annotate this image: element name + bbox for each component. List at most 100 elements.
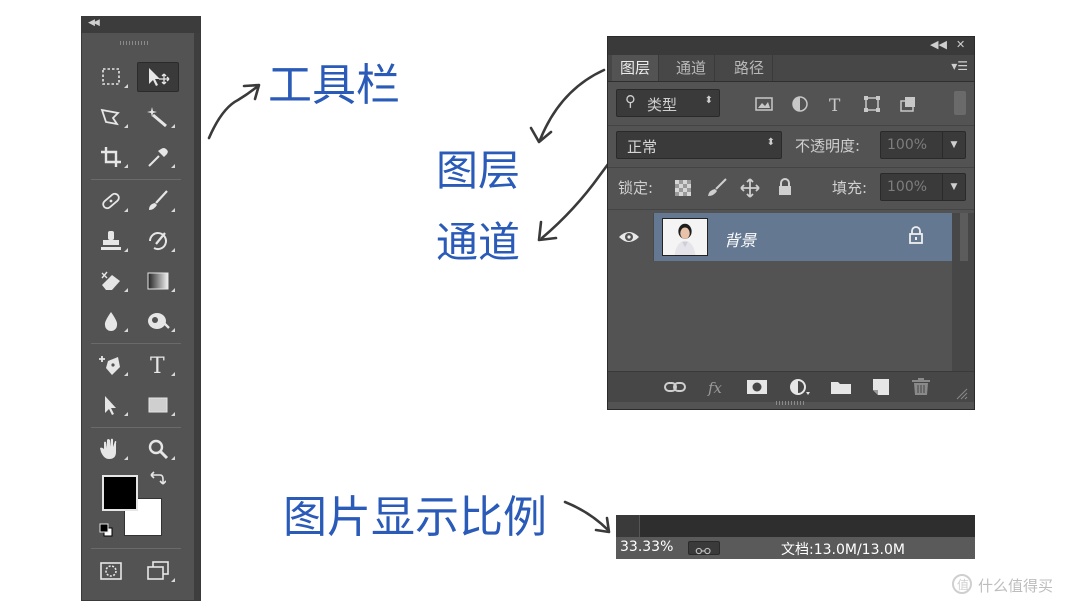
swap-colors-icon[interactable]	[148, 470, 166, 488]
stamp-icon	[101, 231, 121, 250]
new-group-icon[interactable]	[830, 378, 852, 396]
collapse-icon[interactable]: ◀◀	[88, 18, 100, 28]
status-info-bar: 33.33% 文档:13.0M/13.0M	[616, 537, 975, 559]
updown-icon: ⬍	[704, 95, 713, 106]
close-icon[interactable]: ✕	[956, 38, 965, 51]
tab-layers[interactable]: 图层	[612, 55, 660, 81]
trash-icon[interactable]	[910, 378, 932, 396]
watermark-logo-icon: 值	[952, 574, 972, 594]
toolbar-grip[interactable]	[120, 41, 150, 45]
canvas-edge	[616, 515, 975, 537]
shape-filter-icon[interactable]	[862, 95, 882, 113]
panel-menu-icon[interactable]: ▾☰	[951, 59, 968, 73]
rectangle-tool[interactable]	[137, 390, 179, 420]
arrow-pointer-icon	[105, 396, 116, 415]
drop-icon	[104, 312, 118, 331]
move-tool[interactable]	[137, 62, 179, 92]
hand-tool[interactable]	[90, 434, 132, 464]
eye-icon[interactable]	[618, 227, 640, 247]
history-brush-tool[interactable]	[137, 226, 179, 256]
blur-tool[interactable]	[90, 306, 132, 336]
type-filter-icon[interactable]: T	[826, 95, 846, 113]
lock-transparency-icon[interactable]	[674, 179, 692, 197]
clone-stamp-tool[interactable]	[90, 226, 132, 256]
lock-position-icon[interactable]	[740, 178, 760, 198]
lock-pixels-icon[interactable]	[706, 177, 728, 197]
screen-mode-icon	[147, 561, 169, 580]
magnifier-icon	[148, 439, 169, 460]
share-icon	[695, 547, 711, 555]
chevron-down-icon[interactable]: ▼	[942, 132, 965, 158]
filter-toggle[interactable]	[954, 91, 966, 115]
smart-object-filter-icon[interactable]	[898, 95, 918, 113]
tab-channels[interactable]: 通道	[668, 55, 716, 81]
layer-name[interactable]: 背景	[724, 227, 756, 251]
chevron-down-icon[interactable]: ▼	[942, 174, 965, 200]
fill-field[interactable]: 100% ▼	[880, 173, 966, 201]
tab-paths[interactable]: 路径	[726, 55, 774, 81]
resize-grip-icon[interactable]	[954, 386, 968, 400]
dodge-tool[interactable]	[137, 306, 179, 336]
quick-mask-icon	[100, 562, 122, 580]
layers-annotation: 图层	[436, 146, 521, 195]
fill-value: 100%	[887, 179, 928, 195]
blend-mode-value: 正常	[627, 138, 658, 156]
zoom-level[interactable]: 33.33%	[620, 539, 673, 555]
path-selection-tool[interactable]	[90, 390, 132, 420]
panel-grip[interactable]	[776, 401, 806, 405]
magic-wand-tool[interactable]	[137, 102, 179, 132]
brush-tool[interactable]	[137, 186, 179, 216]
share-button[interactable]	[688, 541, 720, 555]
link-icon[interactable]	[664, 378, 686, 396]
fx-icon[interactable]: fx	[706, 378, 728, 396]
toolbar-edge	[194, 33, 200, 600]
ruler-corner	[616, 515, 640, 537]
layers-scrollbar[interactable]	[952, 213, 974, 373]
quick-mask-button[interactable]	[90, 556, 132, 586]
zoom-annotation: 图片显示比例	[283, 492, 547, 543]
rectangle-icon	[148, 397, 168, 413]
opacity-field[interactable]: 100% ▼	[880, 131, 966, 159]
crop-tool[interactable]	[90, 142, 132, 172]
eyedropper-tool[interactable]	[137, 142, 179, 172]
filter-kind-select[interactable]: ⚲ 类型 ⬍	[616, 89, 720, 117]
pixel-filter-icon[interactable]	[754, 95, 774, 113]
layer-row-background[interactable]: 背景	[608, 213, 952, 261]
new-layer-icon[interactable]	[870, 378, 892, 396]
eraser-tool[interactable]	[90, 266, 132, 296]
tool-divider	[91, 343, 181, 344]
foreground-color-swatch[interactable]	[102, 475, 138, 511]
svg-text:值: 值	[957, 577, 969, 592]
default-colors-icon[interactable]	[98, 522, 114, 538]
add-mask-icon[interactable]	[746, 378, 768, 396]
lasso-tool[interactable]	[90, 102, 132, 132]
fill-label: 填充:	[832, 179, 868, 197]
crop-icon	[101, 147, 121, 167]
type-tool[interactable]: T	[137, 350, 179, 380]
toolbar-annotation: 工具栏	[268, 60, 400, 111]
zoom-tool[interactable]	[137, 434, 179, 464]
toolbar-header: ◀◀	[82, 17, 200, 33]
channels-annotation: 通道	[436, 218, 521, 267]
status-bar: 33.33% 文档:13.0M/13.0M	[616, 515, 975, 559]
screen-mode-button[interactable]	[137, 556, 179, 586]
marquee-tool[interactable]	[90, 62, 132, 92]
scrollbar-thumb[interactable]	[960, 213, 968, 261]
watermark-text: 什么值得买	[978, 577, 1054, 595]
healing-brush-tool[interactable]	[90, 186, 132, 216]
lock-label: 锁定:	[618, 179, 654, 197]
adjustment-layer-icon[interactable]	[788, 378, 810, 396]
adjustment-filter-icon[interactable]	[790, 95, 810, 113]
polygonal-lasso-icon	[100, 108, 120, 126]
document-size-info[interactable]: 文档:13.0M/13.0M	[781, 539, 905, 559]
panel-divider	[608, 125, 974, 126]
magic-wand-icon	[147, 107, 167, 128]
gradient-tool[interactable]	[137, 266, 179, 296]
visibility-cell[interactable]	[608, 213, 654, 261]
pen-tool[interactable]	[90, 350, 132, 380]
collapse-icon[interactable]: ◀◀	[930, 38, 947, 51]
tool-divider	[91, 179, 181, 180]
blend-mode-select[interactable]: 正常 ⬍	[616, 131, 782, 159]
pen-icon	[99, 356, 120, 375]
lock-all-icon[interactable]	[776, 177, 794, 197]
